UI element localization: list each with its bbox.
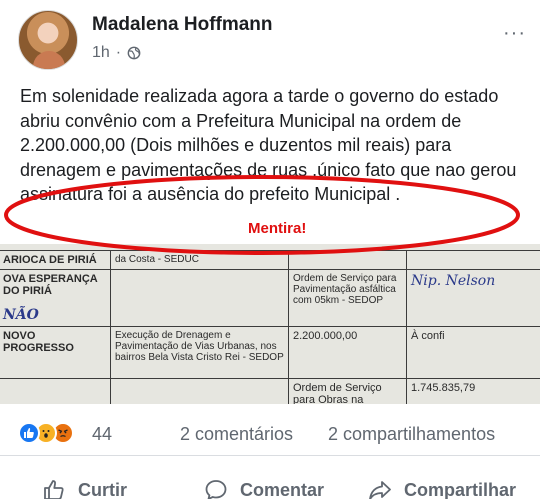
doc-cell: [288, 250, 407, 270]
like-reaction-icon: [18, 422, 40, 444]
doc-cell: NOVO PROGRESSO: [0, 326, 111, 379]
doc-cell: OVA ESPERANÇA DO PIRIÁ NÃO: [0, 269, 111, 327]
doc-cell: ARIOCA DE PIRIÁ: [0, 250, 111, 270]
doc-cell: Execução de Drenagem e Pavimentação de V…: [110, 326, 289, 379]
mentira-annotation: Mentira!: [248, 220, 307, 237]
more-options-icon[interactable]: ···: [503, 22, 526, 45]
document-photo[interactable]: ARIOCA DE PIRIÁ da Costa - SEDUC OVA ESP…: [0, 244, 540, 404]
shares-count[interactable]: 2 compartilhamentos: [328, 424, 495, 445]
share-icon: [369, 481, 391, 499]
comments-count[interactable]: 2 comentários: [180, 424, 293, 445]
doc-cell: [0, 378, 111, 404]
post-header: Madalena Hoffmann 1h · ···: [0, 0, 540, 80]
doc-cell: [110, 269, 289, 327]
like-button[interactable]: Curtir: [42, 478, 127, 499]
handwriting-nao: NÃO: [3, 307, 39, 323]
globe-icon: [127, 46, 141, 60]
doc-municipality: OVA ESPERANÇA DO PIRIÁ: [3, 273, 98, 297]
doc-cell: 2.200.000,00: [288, 326, 407, 379]
thumbs-up-icon: [44, 480, 64, 499]
reaction-count[interactable]: 44: [92, 424, 112, 445]
author-name[interactable]: Madalena Hoffmann: [92, 14, 273, 36]
document-table: ARIOCA DE PIRIÁ da Costa - SEDUC OVA ESP…: [0, 250, 540, 404]
doc-cell: [406, 250, 540, 270]
share-button[interactable]: Compartilhar: [368, 478, 516, 499]
doc-cell: da Costa - SEDUC: [110, 250, 289, 270]
post-text: Em solenidade realizada agora a tarde o …: [20, 86, 517, 204]
avatar[interactable]: [18, 10, 78, 70]
meta-separator: ·: [115, 44, 122, 61]
doc-cell: À confi: [406, 326, 540, 379]
doc-cell: [110, 378, 289, 404]
doc-cell: Ordem de Serviço para Pavimentação asfál…: [288, 269, 407, 327]
doc-cell: Ordem de Serviço para Obras na: [288, 378, 407, 404]
share-label: Compartilhar: [404, 479, 517, 499]
comment-label: Comentar: [240, 479, 325, 499]
doc-cell: 1.745.835,79: [406, 378, 540, 404]
post-meta: 1h ·: [92, 44, 141, 62]
handwriting-signature: Nip. Nelson: [406, 269, 540, 327]
post-time[interactable]: 1h: [92, 44, 110, 62]
like-label: Curtir: [78, 479, 127, 499]
reaction-icons[interactable]: [18, 422, 74, 444]
comment-button[interactable]: Comentar: [204, 478, 324, 499]
action-bar: Curtir Comentar Compartilhar: [0, 470, 540, 499]
reactions-bar: 44 2 comentários 2 compartilhamentos: [0, 410, 540, 456]
comment-icon: [205, 480, 227, 499]
